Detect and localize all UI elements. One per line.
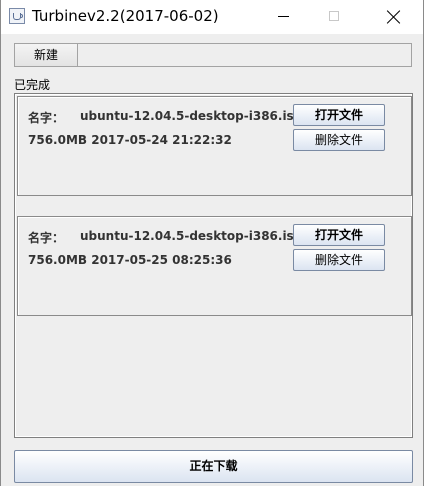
new-button[interactable]: 新建 [15, 44, 78, 66]
open-file-button[interactable]: 打开文件 [293, 104, 385, 126]
downloading-button[interactable]: 正在下载 [14, 450, 413, 483]
window-title: Turbinev2.2(2017-06-02) [32, 7, 219, 25]
maximize-button[interactable] [312, 0, 358, 33]
close-button[interactable] [370, 0, 416, 33]
file-name-label: 名字： [28, 231, 65, 245]
file-size-date: 756.0MB 2017-05-25 08:25:36 [28, 253, 232, 267]
toolbar: 新建 [14, 43, 412, 67]
completed-section-label: 已完成 [14, 78, 51, 92]
file-name-value: ubuntu-12.04.5-desktop-i386.iso [80, 229, 302, 243]
file-size-date: 756.0MB 2017-05-24 21:22:32 [28, 133, 232, 147]
download-item: 名字： ubuntu-12.04.5-desktop-i386.iso 756.… [17, 96, 412, 196]
app-window: Turbinev2.2(2017-06-02) 新建 已完成 名字： ubunt… [0, 0, 424, 486]
open-file-button[interactable]: 打开文件 [293, 224, 385, 246]
minimize-icon [278, 16, 289, 17]
minimize-button[interactable] [261, 0, 307, 33]
java-cup-icon[interactable] [9, 8, 25, 24]
title-bar[interactable]: Turbinev2.2(2017-06-02) [1, 0, 423, 34]
delete-file-button[interactable]: 删除文件 [293, 129, 385, 151]
maximize-icon [329, 11, 339, 21]
completed-list[interactable]: 名字： ubuntu-12.04.5-desktop-i386.iso 756.… [14, 93, 413, 438]
file-name-label: 名字： [28, 111, 65, 125]
file-name-value: ubuntu-12.04.5-desktop-i386.iso [80, 109, 302, 123]
close-icon [387, 10, 401, 24]
delete-file-button[interactable]: 删除文件 [293, 249, 385, 271]
download-item: 名字： ubuntu-12.04.5-desktop-i386.iso 756.… [17, 216, 412, 316]
